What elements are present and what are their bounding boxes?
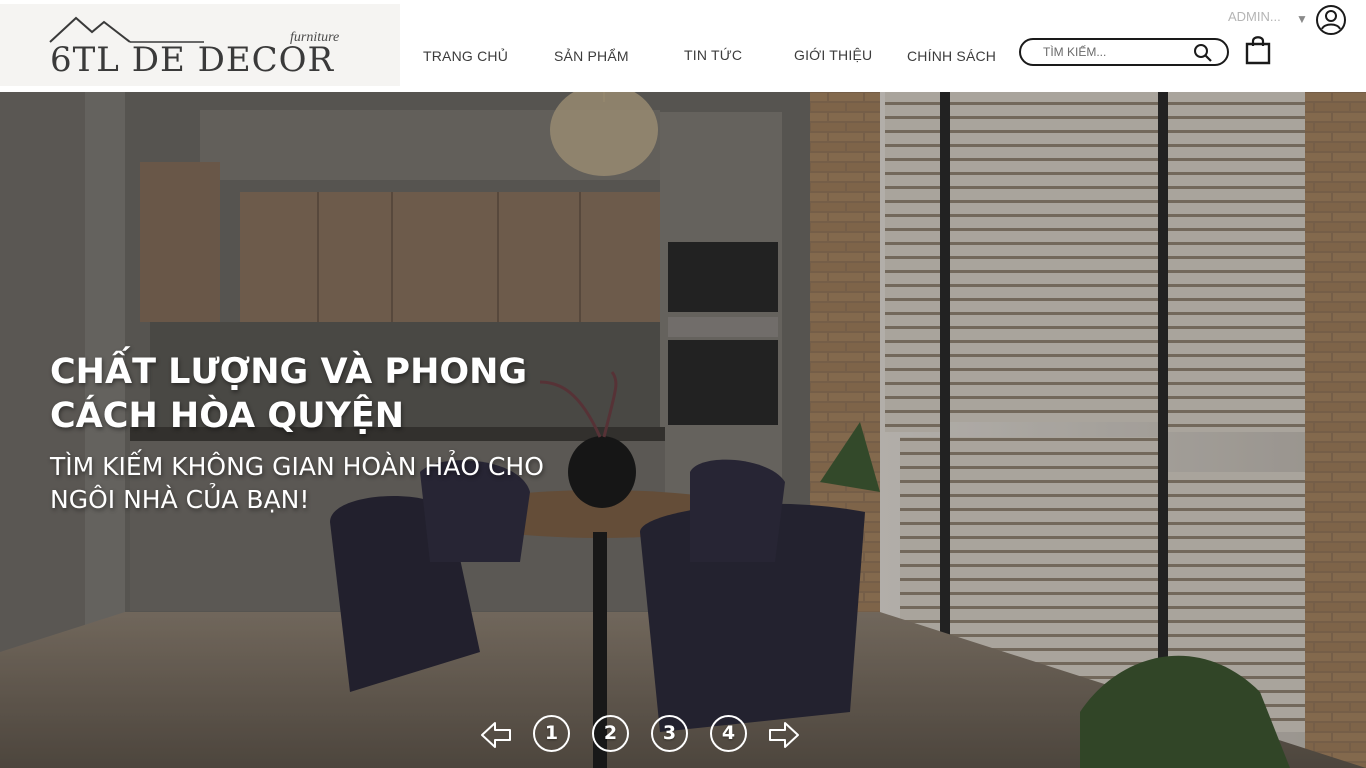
account-caret-icon[interactable]: ▼ bbox=[1296, 12, 1308, 26]
nav-item-about[interactable]: GIỚI THIỆU bbox=[794, 47, 872, 63]
site-header: furniture 6TL DE DECOR TRANG CHỦ SẢN PHẨ… bbox=[0, 0, 1366, 92]
nav-item-products[interactable]: SẢN PHẨM bbox=[554, 48, 629, 64]
hero-slider: CHẤT LƯỢNG VÀ PHONG CÁCH HÒA QUYỆN TÌM K… bbox=[0, 92, 1366, 768]
arrow-right-icon[interactable] bbox=[768, 720, 800, 750]
search-input[interactable] bbox=[1043, 43, 1183, 61]
slide-page-2[interactable]: 2 bbox=[592, 715, 629, 752]
slide-page-1[interactable]: 1 bbox=[533, 715, 570, 752]
hero-title: CHẤT LƯỢNG VÀ PHONG CÁCH HÒA QUYỆN bbox=[50, 352, 528, 436]
user-circle-icon[interactable] bbox=[1315, 4, 1347, 36]
nav-item-home[interactable]: TRANG CHỦ bbox=[423, 48, 508, 64]
brand-name: 6TL DE DECOR bbox=[50, 40, 335, 80]
shopping-bag-icon[interactable] bbox=[1244, 34, 1272, 66]
search-icon[interactable] bbox=[1193, 43, 1213, 63]
search-box[interactable] bbox=[1019, 38, 1229, 66]
nav-item-news[interactable]: TIN TỨC bbox=[684, 47, 742, 63]
brand-logo[interactable]: furniture 6TL DE DECOR bbox=[0, 4, 400, 86]
account-name[interactable]: ADMIN... bbox=[1228, 9, 1281, 24]
nav-item-policy[interactable]: CHÍNH SÁCH bbox=[907, 48, 996, 64]
arrow-left-icon[interactable] bbox=[480, 720, 512, 750]
slide-page-3[interactable]: 3 bbox=[651, 715, 688, 752]
hero-subtitle: TÌM KIẾM KHÔNG GIAN HOÀN HẢO CHO NGÔI NH… bbox=[50, 452, 544, 514]
slide-page-4[interactable]: 4 bbox=[710, 715, 747, 752]
